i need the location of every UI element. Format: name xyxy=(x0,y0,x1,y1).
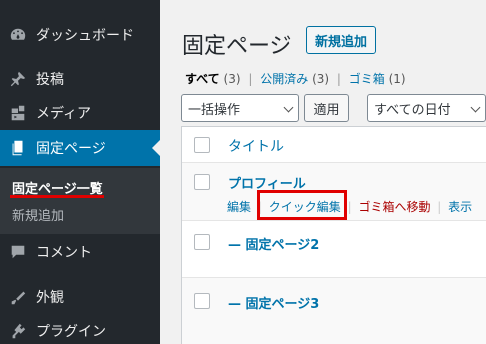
date-filter-select[interactable]: すべての日付 xyxy=(367,94,486,122)
submenu-item-add-new[interactable]: 新規追加 xyxy=(12,205,64,224)
chevron-down-icon xyxy=(283,102,294,113)
plugins-icon xyxy=(0,322,36,340)
comments-icon xyxy=(0,243,36,261)
sidebar-item-pages[interactable]: 固定ページ xyxy=(0,130,160,166)
sidebar-item-dashboard[interactable]: ダッシュボード xyxy=(0,17,160,53)
column-title-header[interactable]: タイトル xyxy=(228,136,284,156)
quick-edit-highlight-box xyxy=(257,190,347,220)
row-checkbox[interactable] xyxy=(194,234,210,250)
sidebar-item-comments[interactable]: コメント xyxy=(0,234,160,270)
media-icon xyxy=(0,104,36,122)
post-title-link[interactable]: — 固定ページ2 xyxy=(228,234,319,253)
page-title: 固定ページ xyxy=(182,34,292,59)
sidebar-item-label: 固定ページ xyxy=(36,141,106,157)
sidebar-item-label: 外観 xyxy=(36,290,64,306)
pages-table: タイトル プロフィール — 固定ページ2 — 固定ページ3 xyxy=(181,126,486,344)
filter-trash-count: (1) xyxy=(388,72,406,86)
admin-sidebar: ダッシュボード 投稿 メディア 固定ページ 固定ページ一覧 新規追加 コメント xyxy=(0,0,160,344)
sidebar-item-appearance[interactable]: 外観 xyxy=(0,279,160,315)
sidebar-item-posts[interactable]: 投稿 xyxy=(0,61,160,97)
sidebar-item-label: 投稿 xyxy=(36,72,64,88)
apply-button[interactable]: 適用 xyxy=(304,94,349,122)
status-filter-links: すべて (3) | 公開済み (3) | ゴミ箱 (1) xyxy=(185,70,406,87)
filter-all-count: (3) xyxy=(223,72,241,86)
pin-icon xyxy=(0,70,36,88)
filter-separator: | xyxy=(248,72,253,86)
bulk-action-value: 一括操作 xyxy=(188,102,241,118)
filter-all[interactable]: すべて xyxy=(185,72,220,86)
chevron-down-icon xyxy=(470,102,481,113)
table-row: — 固定ページ3 xyxy=(182,278,486,344)
row-checkbox[interactable] xyxy=(194,174,210,190)
view-link[interactable]: 表示 xyxy=(448,200,472,214)
trash-link[interactable]: ゴミ箱へ移動 xyxy=(358,200,430,214)
filter-published[interactable]: 公開済み xyxy=(260,72,308,86)
table-header-row: タイトル xyxy=(182,127,486,163)
sidebar-item-label: コメント xyxy=(36,245,92,261)
filter-trash[interactable]: ゴミ箱 xyxy=(349,72,385,86)
action-separator: | xyxy=(437,200,442,214)
bulk-action-select[interactable]: 一括操作 xyxy=(181,94,299,122)
filter-published-count: (3) xyxy=(312,72,330,86)
sidebar-item-label: ダッシュボード xyxy=(36,28,134,44)
highlight-underline xyxy=(10,195,104,198)
active-menu-arrow xyxy=(152,140,160,156)
appearance-icon xyxy=(0,288,36,306)
add-new-button[interactable]: 新規追加 xyxy=(306,26,377,54)
edit-link[interactable]: 編集 xyxy=(227,200,251,214)
sidebar-item-label: メディア xyxy=(36,106,92,122)
pages-icon xyxy=(0,139,36,157)
sidebar-item-media[interactable]: メディア xyxy=(0,95,160,131)
pages-submenu: 固定ページ一覧 新規追加 xyxy=(0,168,160,234)
post-title-link[interactable]: — 固定ページ3 xyxy=(228,293,319,312)
table-row: — 固定ページ2 xyxy=(182,221,486,278)
sidebar-item-label: プラグイン xyxy=(36,324,106,340)
main-content: 固定ページ 新規追加 すべて (3) | 公開済み (3) | ゴミ箱 (1) … xyxy=(160,0,486,344)
sidebar-item-plugins[interactable]: プラグイン xyxy=(0,313,160,344)
select-all-checkbox[interactable] xyxy=(194,137,210,153)
row-checkbox[interactable] xyxy=(194,293,210,309)
date-filter-value: すべての日付 xyxy=(374,102,451,118)
dashboard-icon xyxy=(0,26,36,44)
filter-separator: | xyxy=(336,72,341,86)
action-separator: | xyxy=(347,200,352,214)
